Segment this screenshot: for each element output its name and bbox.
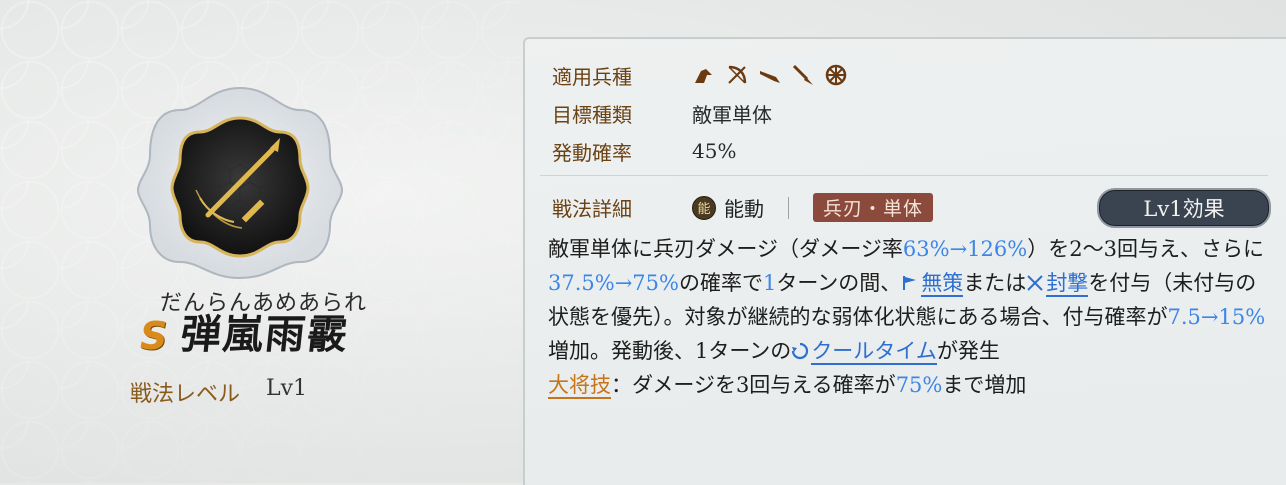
spear-icon (792, 64, 813, 85)
cooldown-icon (792, 342, 809, 360)
skill-name-row: S 弾嵐雨霰 (140, 311, 352, 358)
skill-description: 敵軍単体に兵刃ダメージ（ダメージ率63%→126%）を2〜3回与え、さらに 37.… (548, 232, 1272, 402)
rank-badge: S (140, 314, 168, 358)
troop-icons (692, 63, 848, 87)
level-effect-button[interactable]: Lv1効果 (1097, 188, 1271, 228)
skill-emblem-icon (136, 86, 344, 280)
skill-level-value: Lv1 (266, 376, 308, 401)
bow-icon (728, 65, 747, 84)
desc-text: の確率で (678, 271, 763, 295)
cavalry-icon (695, 69, 712, 83)
target-row: 目標種類 敵軍単体 (552, 94, 848, 132)
turn-count-value: 1 (762, 271, 777, 295)
rate-label: 発動確率 (552, 140, 632, 165)
desc-text: または (963, 271, 1027, 295)
desc-text: 増加。発動後、1ターンの (548, 339, 792, 363)
vertical-separator (788, 196, 789, 219)
chance-value: 37.5%→75% (548, 271, 679, 295)
damage-rate-value: 63%→126% (902, 237, 1028, 261)
skill-emblem (130, 80, 350, 280)
skill-level-label: 戦法レベル (130, 382, 241, 407)
troop-label: 適用兵種 (552, 64, 632, 89)
flag-icon (903, 276, 917, 290)
crossed-swords-icon (1027, 275, 1044, 291)
skill-name: 弾嵐雨霰 (178, 311, 352, 358)
siege-wheel-icon (825, 64, 847, 86)
detail-label: 戦法詳細 (552, 197, 632, 221)
desc-text: ターンの間、 (776, 271, 902, 295)
gun-icon (760, 71, 780, 83)
rate-value: 45% (692, 139, 737, 163)
chance-increase-value: 7.5→15% (1167, 305, 1266, 329)
troop-row: 適用兵種 (552, 56, 848, 94)
desc-text: 敵軍単体に兵刃ダメージ（ダメージ率 (548, 237, 903, 261)
panel-divider (540, 175, 1268, 176)
skill-info-grid: 適用兵種 目標種類 敵軍単体 発動確率 45% (552, 56, 848, 170)
active-ability-icon: 能 (692, 195, 716, 220)
ability-type: 能動 (724, 197, 764, 221)
commander-skill-link[interactable]: 大将技 (548, 373, 611, 399)
commander-chance-value: 75% (895, 373, 943, 397)
target-label: 目標種類 (552, 102, 632, 127)
desc-text: まで増加 (942, 373, 1027, 397)
damage-type-tag: 兵刃・単体 (813, 193, 934, 222)
status-link-fuugeki[interactable]: 封撃 (1046, 271, 1089, 297)
status-link-musaku[interactable]: 無策 (921, 271, 964, 297)
status-link-cooltime[interactable]: クールタイム (811, 339, 937, 365)
desc-text: ：ダメージを3回与える確率が (611, 373, 896, 397)
skill-level-row: 戦法レベル Lv1 (130, 376, 307, 408)
rate-row: 発動確率 45% (552, 132, 848, 170)
desc-text: が発生 (936, 339, 1000, 363)
target-value: 敵軍単体 (692, 102, 772, 127)
desc-text: ）を2〜3回与え、さらに (1027, 237, 1264, 261)
